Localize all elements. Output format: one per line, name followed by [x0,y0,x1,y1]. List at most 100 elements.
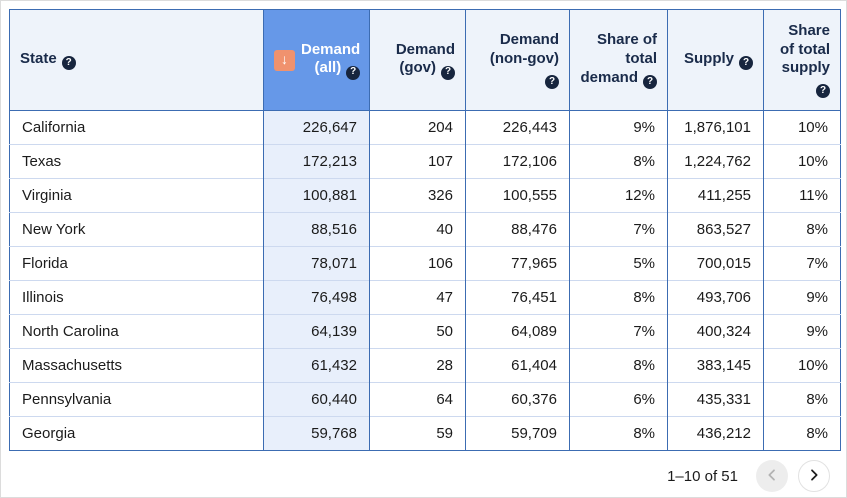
cell-supply: 400,324 [667,314,764,349]
help-icon[interactable]: ? [61,56,76,71]
cell-demand-gov: 204 [369,110,466,145]
cell-share-demand: 8% [569,416,668,451]
cell-share-supply: 11% [763,178,841,213]
cell-supply: 493,706 [667,280,764,315]
help-icon[interactable]: ? [643,74,657,89]
table-row: Massachusetts 61,432 28 61,404 8% 383,145 10% [9,348,841,383]
cell-share-demand: 8% [569,348,668,383]
cell-share-demand: 8% [569,144,668,179]
previous-page-button[interactable] [756,460,788,492]
cell-state: New York [9,212,264,247]
cell-state: Texas [9,144,264,179]
cell-state: Massachusetts [9,348,264,383]
cell-demand-nongov: 59,709 [465,416,570,451]
table-row: North Carolina 64,139 50 64,089 7% 400,324 9% [9,314,841,349]
column-header-demand-gov[interactable]: Demand (gov)? [369,9,466,111]
cell-share-demand: 6% [569,382,668,417]
cell-share-supply: 8% [763,382,841,417]
table-row: Georgia 59,768 59 59,709 8% 436,212 8% [9,416,841,451]
table-body: California 226,647 204 226,443 9% 1,876,101 10… [9,110,841,451]
cell-share-demand: 7% [569,212,668,247]
cell-demand-gov: 59 [369,416,466,451]
column-label-supply: Supply [683,49,734,67]
pagination-range-label: 1–10 of 51 [667,467,738,485]
table-row: California 226,647 204 226,443 9% 1,876,101 10… [9,110,841,145]
pagination: 1–10 of 51 [1,451,846,492]
cell-supply: 1,876,101 [667,110,764,145]
cell-share-supply: 10% [763,110,841,145]
cell-demand-nongov: 76,451 [465,280,570,315]
cell-state: Virginia [9,178,264,213]
cell-share-supply: 10% [763,144,841,179]
table-header: State? ↓ Demand (all)? Demand (gov)? Dem… [9,9,841,111]
cell-demand-nongov: 172,106 [465,144,570,179]
chevron-right-icon [806,467,822,486]
column-header-demand-nongov[interactable]: Demand (non-gov)? [465,9,570,111]
cell-demand-nongov: 88,476 [465,212,570,247]
cell-demand-all: 61,432 [263,348,370,383]
help-icon[interactable]: ? [346,65,361,80]
cell-share-demand: 9% [569,110,668,145]
cell-demand-gov: 64 [369,382,466,417]
help-icon[interactable]: ? [739,56,753,71]
cell-share-supply: 9% [763,280,841,315]
cell-share-demand: 12% [569,178,668,213]
cell-demand-all: 59,768 [263,416,370,451]
column-header-demand-all[interactable]: ↓ Demand (all)? [263,9,370,111]
cell-demand-all: 76,498 [263,280,370,315]
column-header-supply[interactable]: Supply? [667,9,764,111]
cell-share-supply: 8% [763,416,841,451]
cell-share-supply: 7% [763,246,841,281]
cell-state: North Carolina [9,314,264,349]
cell-demand-gov: 28 [369,348,466,383]
cell-demand-all: 78,071 [263,246,370,281]
data-table-container: State? ↓ Demand (all)? Demand (gov)? Dem… [9,9,841,451]
column-label-share-supply: Share of total supply [780,21,830,77]
cell-share-demand: 7% [569,314,668,349]
table-row: Virginia 100,881 326 100,555 12% 411,255 11% [9,178,841,213]
header-row: State? ↓ Demand (all)? Demand (gov)? Dem… [9,9,841,111]
table-row: Pennsylvania 60,440 64 60,376 6% 435,331 8% [9,382,841,417]
cell-share-supply: 10% [763,348,841,383]
cell-demand-nongov: 100,555 [465,178,570,213]
column-header-share-supply[interactable]: Share of total supply? [763,9,841,111]
cell-share-demand: 5% [569,246,668,281]
cell-supply: 700,015 [667,246,764,281]
column-header-share-demand[interactable]: Share of total demand? [569,9,668,111]
cell-state: Florida [9,246,264,281]
state-demand-table: State? ↓ Demand (all)? Demand (gov)? Dem… [9,9,841,451]
cell-demand-gov: 40 [369,212,466,247]
column-header-state[interactable]: State? [9,9,264,111]
cell-demand-gov: 106 [369,246,466,281]
column-label-state: State [20,49,57,67]
cell-supply: 863,527 [667,212,764,247]
cell-demand-gov: 50 [369,314,466,349]
page: State? ↓ Demand (all)? Demand (gov)? Dem… [0,0,847,498]
cell-demand-nongov: 226,443 [465,110,570,145]
table-row: New York 88,516 40 88,476 7% 863,527 8% [9,212,841,247]
help-icon[interactable]: ? [816,84,830,99]
chevron-left-icon [764,467,780,486]
cell-demand-all: 226,647 [263,110,370,145]
cell-state: Georgia [9,416,264,451]
cell-demand-nongov: 60,376 [465,382,570,417]
cell-supply: 435,331 [667,382,764,417]
cell-supply: 411,255 [667,178,764,213]
cell-demand-gov: 107 [369,144,466,179]
help-icon[interactable]: ? [441,65,455,80]
table-row: Florida 78,071 106 77,965 5% 700,015 7% [9,246,841,281]
cell-share-supply: 9% [763,314,841,349]
cell-supply: 1,224,762 [667,144,764,179]
sort-descending-icon[interactable]: ↓ [274,49,295,71]
cell-demand-all: 88,516 [263,212,370,247]
cell-supply: 383,145 [667,348,764,383]
next-page-button[interactable] [798,460,830,492]
cell-supply: 436,212 [667,416,764,451]
cell-share-supply: 8% [763,212,841,247]
table-row: Texas 172,213 107 172,106 8% 1,224,762 10% [9,144,841,179]
column-label-demand-all: Demand (all)? [301,41,361,80]
column-label-demand-nongov: Demand (non-gov) [489,31,559,67]
help-icon[interactable]: ? [545,74,559,89]
cell-demand-all: 172,213 [263,144,370,179]
cell-state: California [9,110,264,145]
